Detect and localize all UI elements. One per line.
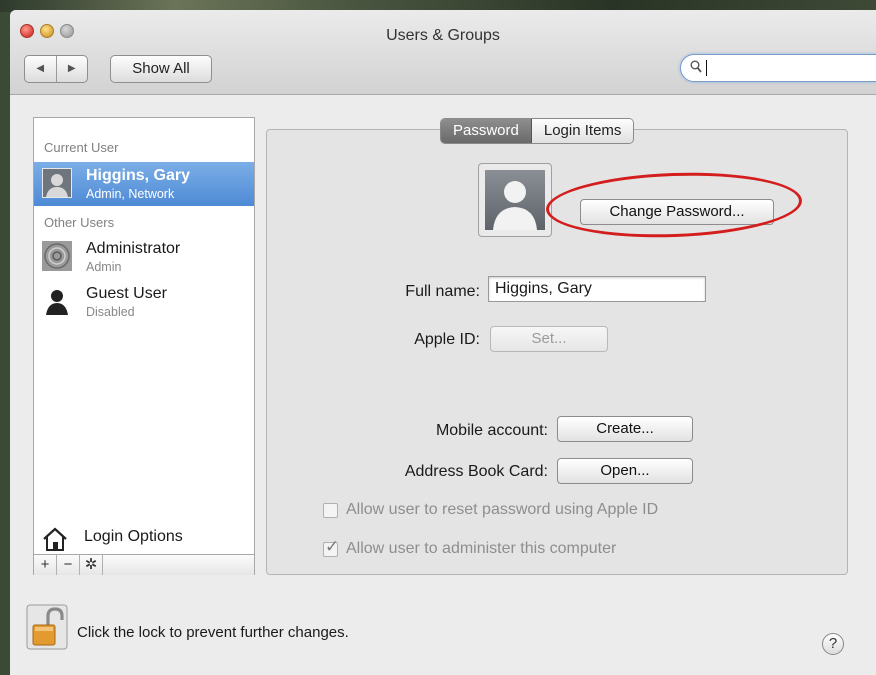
administrator-name: Administrator — [86, 240, 181, 257]
administrator-role: Admin — [86, 260, 122, 274]
checkbox-box — [323, 503, 338, 518]
users-sidebar: Current User Higgins, Gary Admin, Networ… — [33, 117, 255, 575]
sidebar-item-guest-user[interactable]: Guest User Disabled — [34, 280, 254, 324]
house-icon — [43, 527, 67, 551]
text-cursor — [706, 60, 707, 76]
apple-id-set-button[interactable]: Set... — [490, 326, 608, 352]
guest-user-status: Disabled — [86, 305, 135, 319]
full-name-label: Full name: — [405, 283, 480, 300]
checkmark-icon: ✓ — [325, 537, 340, 556]
window-title: Users & Groups — [386, 27, 500, 44]
guest-user-name: Guest User — [86, 285, 167, 302]
help-button[interactable]: ? — [822, 633, 844, 655]
allow-reset-password-checkbox[interactable]: Allow user to reset password using Apple… — [323, 501, 723, 521]
current-user-header: Current User — [44, 140, 119, 155]
current-user-role: Admin, Network — [86, 187, 175, 201]
add-user-button[interactable]: + — [34, 555, 57, 575]
login-options-label: Login Options — [84, 528, 183, 545]
title-bar: Users & Groups ◀ ▶ Show All — [10, 10, 876, 95]
address-book-label: Address Book Card: — [404, 463, 548, 480]
mobile-account-create-button[interactable]: Create... — [557, 416, 693, 442]
address-book-open-button[interactable]: Open... — [557, 458, 693, 484]
allow-reset-password-label: Allow user to reset password using Apple… — [346, 501, 659, 518]
other-users-header: Other Users — [44, 215, 115, 230]
mobile-account-label: Mobile account: — [435, 422, 548, 439]
tab-login-items[interactable]: Login Items — [531, 119, 634, 143]
guest-user-icon — [46, 290, 68, 315]
sidebar-item-current-user[interactable]: Higgins, Gary Admin, Network — [34, 162, 254, 206]
forward-button[interactable]: ▶ — [55, 56, 88, 82]
user-avatar-icon — [42, 168, 72, 198]
administrator-avatar-icon — [42, 241, 72, 271]
current-user-name: Higgins, Gary — [86, 167, 191, 184]
allow-administer-label: Allow user to administer this computer — [346, 540, 617, 557]
sidebar-item-administrator[interactable]: Administrator Admin — [34, 235, 254, 279]
user-silhouette-icon — [493, 181, 537, 230]
tab-bar: Password Login Items — [440, 118, 635, 144]
login-options-item[interactable]: Login Options — [34, 518, 254, 554]
full-name-field[interactable]: Higgins, Gary — [488, 276, 706, 302]
tab-password[interactable]: Password — [441, 119, 532, 143]
allow-administer-checkbox[interactable]: ✓ Allow user to administer this computer — [323, 537, 723, 560]
show-all-button[interactable]: Show All — [110, 55, 212, 83]
remove-user-button[interactable]: − — [57, 555, 80, 575]
back-button[interactable]: ◀ — [25, 56, 56, 82]
search-icon — [690, 60, 702, 73]
user-picture[interactable] — [478, 163, 552, 237]
back-forward-control: ◀ ▶ — [24, 55, 88, 83]
apple-id-label: Apple ID: — [414, 331, 480, 348]
lock-status-text: Click the lock to prevent further change… — [77, 624, 349, 641]
sidebar-toolbar: + − ✲ — [34, 554, 254, 575]
unlocked-padlock-icon[interactable] — [26, 604, 68, 650]
gear-icon[interactable]: ✲ — [80, 555, 103, 575]
search-field[interactable] — [680, 54, 876, 82]
